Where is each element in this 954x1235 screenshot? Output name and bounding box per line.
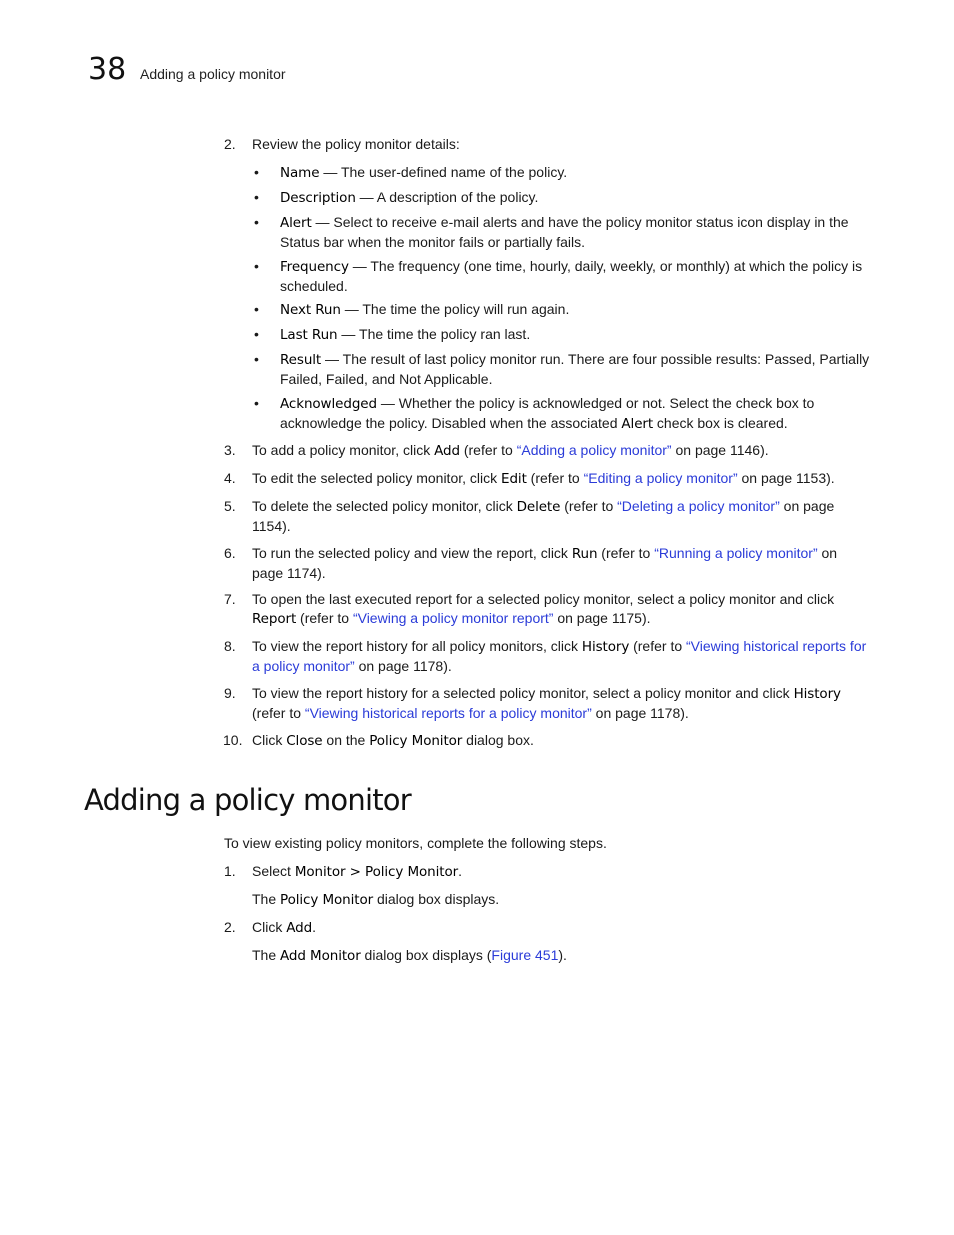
bullet-icon: • — [254, 258, 259, 274]
step-number: 10. — [223, 732, 243, 748]
text: on page 1178). — [354, 658, 452, 674]
step-number: 1. — [224, 863, 236, 879]
text: on page 1178). — [591, 705, 689, 721]
chapter-number: 38 — [88, 52, 127, 87]
step-2-result: The Add Monitor dialog box displays (Fig… — [252, 946, 567, 966]
text: (refer to — [252, 705, 305, 721]
desc: — The result of last policy monitor run.… — [280, 351, 870, 387]
term: Frequency — [280, 259, 349, 275]
text: (refer to — [629, 638, 687, 654]
xref-link[interactable]: “Editing a policy monitor” — [584, 470, 738, 486]
figure-link[interactable]: Figure 451 — [491, 947, 558, 963]
text: To run the selected policy and view the … — [252, 545, 572, 561]
xref-link[interactable]: “Viewing historical reports for a policy… — [305, 705, 592, 721]
term: Close — [286, 733, 323, 749]
text: To view the report history for a selecte… — [252, 685, 794, 701]
term: Acknowledged — [280, 396, 377, 412]
bullet-icon: • — [254, 214, 259, 230]
text: (refer to — [560, 498, 618, 514]
term: Last Run — [280, 327, 338, 343]
step-number: 8. — [224, 638, 236, 654]
term: Policy Monitor — [369, 733, 463, 749]
desc: — The time the policy ran last. — [337, 326, 531, 342]
text: on page 1175). — [553, 610, 651, 626]
text: dialog box. — [462, 732, 534, 748]
text: To edit the selected policy monitor, cli… — [252, 470, 502, 486]
term: Run — [571, 546, 598, 562]
text: (refer to — [459, 442, 517, 458]
text: on page 1146). — [671, 442, 769, 458]
step-number: 7. — [224, 591, 236, 607]
term: History — [793, 686, 841, 702]
term: Name — [280, 165, 320, 181]
desc: — The user-defined name of the policy. — [319, 164, 568, 180]
step-number: 5. — [224, 498, 236, 514]
term: Policy Monitor — [280, 892, 374, 908]
step-number: 2. — [224, 919, 236, 935]
term: Result — [280, 352, 322, 368]
text: Select — [252, 863, 295, 879]
bullet-icon: • — [254, 301, 259, 317]
term: Monitor > Policy Monitor — [294, 864, 459, 880]
xref-link[interactable]: “Running a policy monitor” — [654, 545, 817, 561]
step-number: 3. — [224, 442, 236, 458]
term: Add — [434, 443, 460, 459]
bullet-icon: • — [254, 189, 259, 205]
desc: check box is cleared. — [653, 415, 788, 431]
term: Alert — [621, 416, 654, 432]
xref-link[interactable]: “Viewing a policy monitor report” — [353, 610, 554, 626]
text: (refer to — [597, 545, 655, 561]
text: . — [312, 919, 316, 935]
text: . — [458, 863, 462, 879]
bullet-icon: • — [254, 326, 259, 342]
term: Next Run — [280, 302, 341, 318]
term: Edit — [501, 471, 527, 487]
section-intro: To view existing policy monitors, comple… — [224, 835, 607, 851]
text: on the — [322, 732, 370, 748]
term: Add Monitor — [280, 948, 361, 964]
text: To view the report history for all polic… — [252, 638, 582, 654]
desc: — Select to receive e-mail alerts and ha… — [280, 214, 849, 250]
step-number: 4. — [224, 470, 236, 486]
text: The — [252, 947, 281, 963]
desc: — The time the policy will run again. — [340, 301, 570, 317]
term: Delete — [516, 499, 561, 515]
xref-link[interactable]: “Adding a policy monitor” — [517, 442, 672, 458]
text: To add a policy monitor, click — [252, 442, 435, 458]
step-number: 2. — [224, 136, 236, 152]
text: ). — [558, 947, 567, 963]
section-title: Adding a policy monitor — [84, 783, 412, 817]
bullet-icon: • — [254, 164, 259, 180]
text: (refer to — [296, 610, 353, 626]
step-text: Review the policy monitor details: — [252, 136, 460, 152]
step-number: 9. — [224, 685, 236, 701]
text: Click — [252, 732, 287, 748]
text: Click — [252, 919, 287, 935]
term: Report — [252, 611, 297, 627]
step-number: 6. — [224, 545, 236, 561]
text: To delete the selected policy monitor, c… — [252, 498, 517, 514]
desc: — A description of the policy. — [355, 189, 539, 205]
text: To open the last executed report for a s… — [252, 591, 835, 607]
xref-link[interactable]: “Deleting a policy monitor” — [617, 498, 780, 514]
text: (refer to — [526, 470, 584, 486]
desc: — The frequency (one time, hourly, daily… — [280, 258, 863, 294]
term: Add — [286, 920, 313, 936]
term: History — [581, 639, 630, 655]
term: Alert — [280, 215, 312, 231]
text: dialog box displays ( — [360, 947, 492, 963]
text: on page 1153). — [737, 470, 835, 486]
text: The — [252, 891, 281, 907]
step-1-result: The Policy Monitor dialog box displays. — [252, 890, 499, 910]
term: Description — [280, 190, 356, 206]
bullet-icon: • — [254, 395, 259, 411]
running-head: Adding a policy monitor — [140, 66, 286, 82]
text: dialog box displays. — [373, 891, 500, 907]
bullet-icon: • — [254, 351, 259, 367]
